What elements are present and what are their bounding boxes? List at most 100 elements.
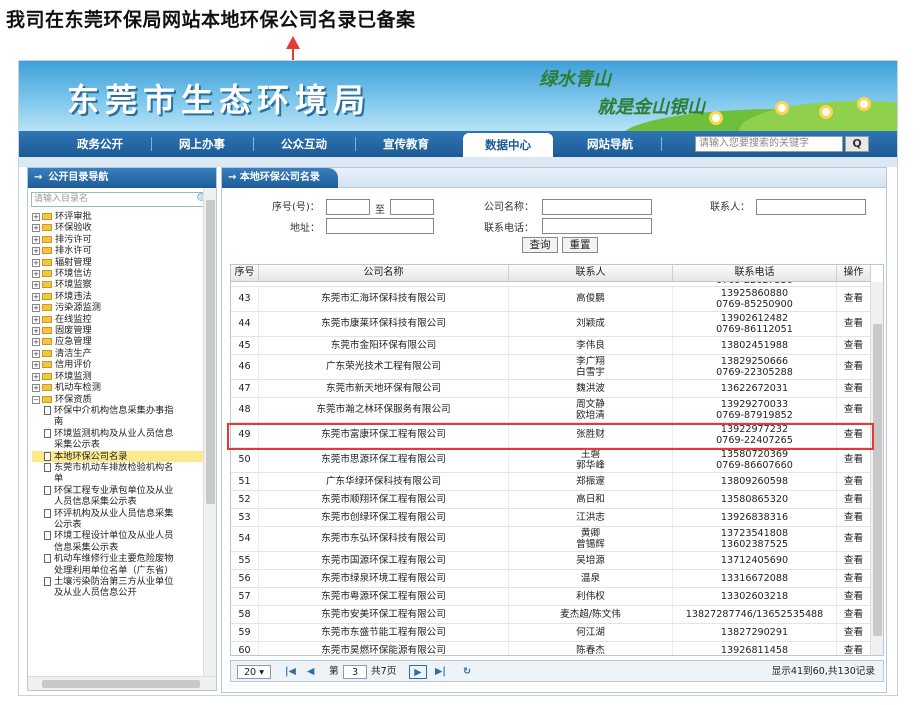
cell-op[interactable]: 查看 [837,287,871,311]
expand-icon[interactable]: + [32,315,40,324]
cell-op[interactable]: 查看 [837,570,871,587]
col-header-name[interactable]: 公司名称 [259,265,509,281]
page-size-select[interactable]: 20 ▾ [237,665,271,679]
next-page-icon[interactable]: ▶ [409,665,427,679]
table-row[interactable]: 52 东莞市顺翔环保工程有限公司 高日和 13580865320 查看 [231,491,871,509]
cell-op[interactable]: 查看 [837,509,871,526]
tree-leaf[interactable]: 机动车维修行业主要危险废物处理利用单位名单（广东省） [32,553,216,576]
cell-op[interactable]: 查看 [837,552,871,569]
cell-op[interactable]: 查看 [837,312,871,336]
cell-op[interactable]: 查看 [837,473,871,490]
tree-node[interactable]: + 清洁生产 [32,348,216,359]
expand-icon[interactable]: + [32,258,40,267]
tree-node[interactable]: + 机动车检测 [32,382,216,393]
expand-icon[interactable]: + [32,235,40,244]
scrollbar-thumb[interactable] [873,324,882,636]
nav-item-hudong[interactable]: 公众互动 [259,131,349,157]
table-row[interactable]: 60 东莞市昊燃环保能源有限公司 陈春杰 13926811458 查看 [231,642,871,655]
expand-icon[interactable]: + [32,327,40,336]
expand-icon[interactable]: + [32,349,40,358]
table-row[interactable]: 55 东莞市国源环保工程有限公司 吴培源 13712405690 查看 [231,552,871,570]
col-header-contact[interactable]: 联系人 [509,265,673,281]
sidebar-scrollbar[interactable] [203,188,216,676]
tree-node[interactable]: + 环境信访 [32,268,216,279]
tree-node[interactable]: + 排水许可 [32,245,216,256]
cell-op[interactable]: 查看 [837,380,871,397]
query-button[interactable]: 查询 [522,237,558,253]
scrollbar-thumb[interactable] [42,680,200,688]
expand-icon[interactable]: + [32,213,40,221]
tree-node[interactable]: + 排污许可 [32,234,216,245]
table-scrollbar[interactable] [870,282,883,655]
expand-icon[interactable]: + [32,281,40,290]
cell-op[interactable]: 查看 [837,491,871,508]
tree-node[interactable]: + 环评审批 [32,211,216,222]
cell-op[interactable]: 查看 [837,337,871,354]
tree-node-expanded[interactable]: − 环保资质 [32,394,216,405]
table-row[interactable]: 44 东莞市康莱环保科技有限公司 刘颖成 13902612482 0769-86112… [231,312,871,337]
tree-leaf[interactable]: 东莞市机动车排放检验机构名单 [32,462,216,485]
contact-input[interactable] [756,199,866,215]
seq-from-input[interactable] [326,199,370,215]
cell-op[interactable]: 查看 [837,624,871,641]
sidebar-search-input[interactable]: 请输入目录名🔍 [31,192,213,207]
table-row[interactable]: 47 东莞市新天地环保有限公司 魏洪波 13622672031 查看 [231,380,871,398]
tree-node[interactable]: + 固废管理 [32,325,216,336]
cell-op[interactable]: 查看 [837,642,871,655]
table-row[interactable]: 46 广东荣光技术工程有限公司 李广翔 白雪宇 13829250666 0769-22… [231,355,871,380]
expand-icon[interactable]: + [32,224,40,233]
tree-leaf[interactable]: 环境工程设计单位及从业人员信息采集公示表 [32,530,216,553]
company-name-input[interactable] [542,199,652,215]
nav-item-data-center[interactable]: 数据中心 [463,133,553,157]
table-row[interactable]: 57 东莞市粤源环保工程有限公司 利伟权 13302603218 查看 [231,588,871,606]
cell-op[interactable]: 查看 [837,423,871,447]
phone-input[interactable] [542,218,652,234]
expand-icon[interactable]: + [32,372,40,381]
cell-op[interactable]: 查看 [837,448,871,472]
page-input[interactable]: 3 [343,665,367,679]
table-row[interactable]: 53 东莞市创绿环保工程有限公司 江洪志 13926838316 查看 [231,509,871,527]
reset-button[interactable]: 重置 [562,237,598,253]
tree-node[interactable]: + 信用评价 [32,359,216,370]
expand-icon[interactable]: + [32,292,40,301]
table-row[interactable]: 56 东莞市绿泉环境工程有限公司 温泉 13316672088 查看 [231,570,871,588]
last-page-icon[interactable]: ▶| [435,665,446,679]
table-row[interactable]: 54 东莞市东弘环保科技有限公司 黄卿 曾锡辉 13723541808 1360238… [231,527,871,552]
tree-leaf[interactable]: 环保中介机构信息采集办事指南 [32,405,216,428]
expand-icon[interactable]: + [32,384,40,393]
table-row[interactable]: 59 东莞市东盛节能工程有限公司 何江湖 13827290291 查看 [231,624,871,642]
tree-leaf[interactable]: 土壤污染防治第三方从业单位及从业人员信息公开 [32,576,216,599]
cell-op[interactable]: 查看 [837,527,871,551]
table-row[interactable]: 45 东莞市金阳环保有限公司 李伟良 13802451988 查看 [231,337,871,355]
address-input[interactable] [326,218,434,234]
cell-op[interactable]: 查看 [837,355,871,379]
expand-icon[interactable]: + [32,270,40,279]
table-row[interactable]: 48 东莞市瀚之林环保服务有限公司 周文静 欧培清 13929270033 0769-… [231,398,871,423]
tree-node[interactable]: + 在线监控 [32,314,216,325]
scrollbar-thumb[interactable] [206,200,215,504]
tree-leaf[interactable]: 环境监测机构及从业人员信息采集公示表 [32,428,216,451]
col-header-op[interactable]: 操作 [837,265,871,281]
table-row[interactable]: 51 广东华绿环保科技有限公司 郑振邃 13809260598 查看 [231,473,871,491]
table-row[interactable]: 50 东莞市思源环保工程有限公司 王磐 郭华峰 13580720369 0769-86… [231,448,871,473]
table-row[interactable]: 43 东莞市汇海环保科技有限公司 高俊鹏 13925860880 0769-85250… [231,287,871,312]
nav-item-banshi[interactable]: 网上办事 [157,131,247,157]
tab-company-list[interactable]: → 本地环保公司名录 [222,168,338,188]
expand-icon[interactable]: + [32,247,40,256]
tree-leaf[interactable]: 环保工程专业承包单位及从业人员信息采集公示表 [32,485,216,508]
tree-leaf[interactable]: 环评机构及从业人员信息采集公示表 [32,508,216,531]
tree-node[interactable]: + 环境监察 [32,279,216,290]
table-row[interactable]: 49 东莞市富康环保工程有限公司 张胜财 13922977232 0769-22407… [231,423,871,448]
col-header-no[interactable]: 序号 [231,265,259,281]
expand-icon[interactable]: + [32,304,40,313]
tree-node[interactable]: + 应急管理 [32,336,216,347]
site-search-input[interactable]: 请输入您要搜索的关键字 [695,136,843,152]
refresh-icon[interactable]: ↻ [463,665,471,679]
expand-icon[interactable]: + [32,338,40,347]
search-icon[interactable]: Q [845,136,869,152]
cell-op[interactable]: 查看 [837,606,871,623]
seq-to-input[interactable] [390,199,434,215]
tree-node[interactable]: + 环境违法 [32,291,216,302]
cell-op[interactable]: 查看 [837,588,871,605]
first-page-icon[interactable]: |◀ [285,665,296,679]
